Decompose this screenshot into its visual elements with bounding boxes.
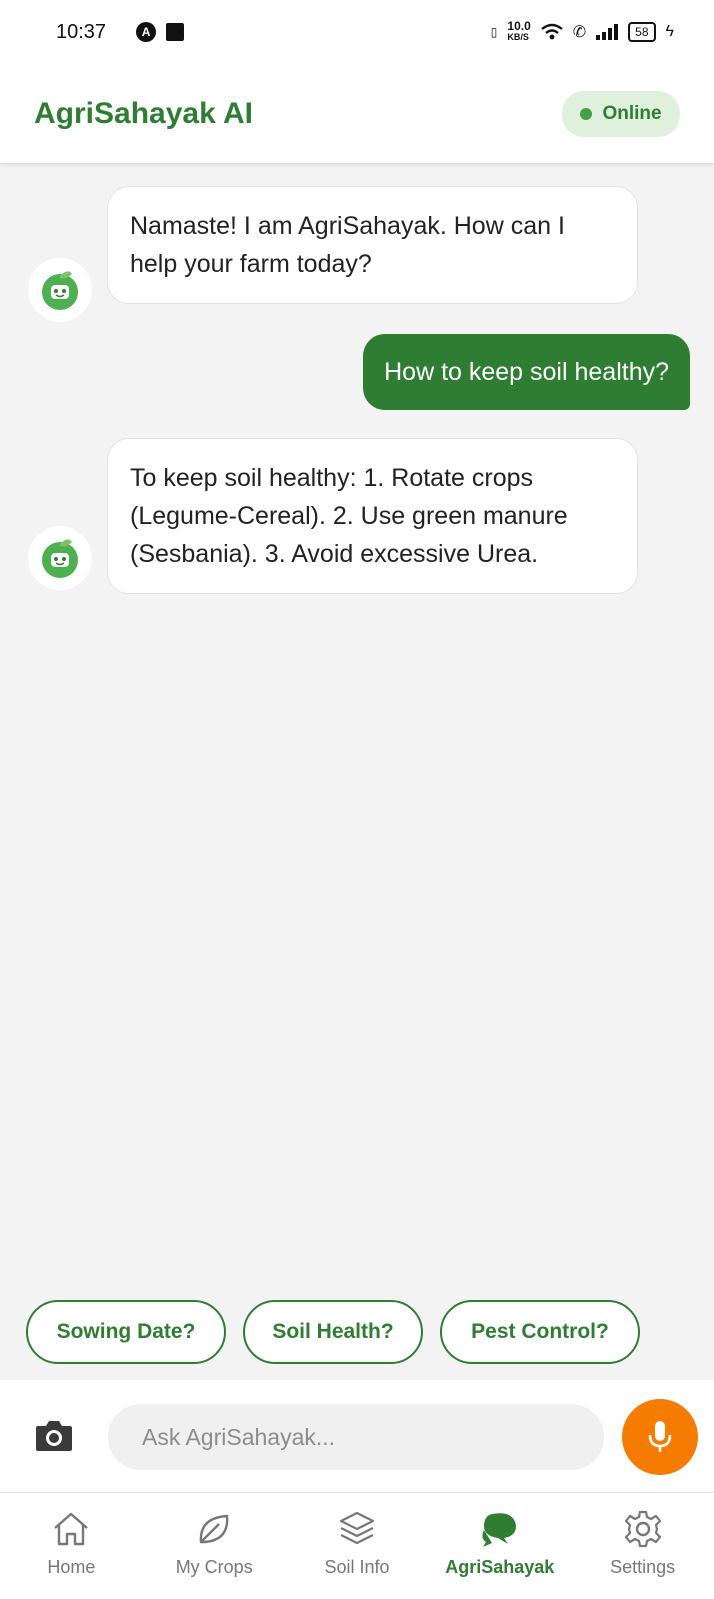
gear-icon xyxy=(621,1507,665,1551)
user-message-bubble: How to keep soil healthy? xyxy=(363,334,690,410)
composer xyxy=(0,1380,714,1492)
bot-avatar xyxy=(28,258,92,322)
vibrate-icon: ▯ xyxy=(490,25,498,39)
nav-item-my-crops[interactable]: My Crops xyxy=(143,1493,286,1599)
battery-indicator: 58 xyxy=(628,22,656,42)
bot-avatar-icon xyxy=(42,271,78,310)
bot-avatar xyxy=(28,526,92,590)
nav-item-label: My Crops xyxy=(175,1557,253,1577)
status-badge: Online xyxy=(562,90,680,137)
net-speed-unit: KB/S xyxy=(507,32,529,42)
page-title: AgriSahayak AI xyxy=(34,96,253,130)
bot-message-bubble: To keep soil healthy: 1. Rotate crops (L… xyxy=(107,438,638,594)
status-time: 10:37 xyxy=(56,20,107,43)
bot-message: Namaste! I am AgriSahayak. How can I hel… xyxy=(0,186,714,322)
nav-item-label: Settings xyxy=(610,1557,676,1577)
layers-icon xyxy=(335,1507,379,1551)
nav-item-label: Soil Info xyxy=(324,1557,390,1577)
microphone-icon xyxy=(648,1421,672,1452)
sim-notification-icon xyxy=(166,23,185,41)
nav-item-home[interactable]: Home xyxy=(0,1493,143,1599)
net-speed: 10.0 KB/S xyxy=(507,19,531,43)
nav-item-agrisahayak[interactable]: AgriSahayak xyxy=(428,1493,571,1599)
quick-reply-soil-health[interactable]: Soil Health? xyxy=(243,1300,423,1364)
status-badge-label: Online xyxy=(602,102,662,124)
voice-input-button[interactable] xyxy=(622,1399,698,1475)
bot-message: To keep soil healthy: 1. Rotate crops (L… xyxy=(0,438,714,594)
leaf-icon xyxy=(192,1507,236,1551)
user-message: How to keep soil healthy? xyxy=(0,334,714,414)
camera-icon xyxy=(36,1421,72,1451)
charging-icon: ϟ xyxy=(665,23,674,40)
bot-message-bubble: Namaste! I am AgriSahayak. How can I hel… xyxy=(107,186,638,304)
chat-bubbles-icon xyxy=(478,1507,522,1551)
signal-icon xyxy=(596,24,619,40)
online-dot-icon xyxy=(580,107,593,120)
wifi-call-icon: ✆ xyxy=(572,24,587,41)
nav-item-settings[interactable]: Settings xyxy=(571,1493,714,1599)
battery-level: 58 xyxy=(635,25,649,39)
camera-button[interactable] xyxy=(32,1416,76,1456)
home-icon xyxy=(49,1507,93,1551)
chat-area[interactable]: Namaste! I am AgriSahayak. How can I hel… xyxy=(0,164,714,1294)
nav-item-label: AgriSahayak xyxy=(445,1557,555,1577)
bot-avatar-icon xyxy=(42,539,78,578)
quick-reply-sowing-date[interactable]: Sowing Date? xyxy=(26,1300,226,1364)
bottom-nav: Home My Crops Soil Info AgriSahayak Sett… xyxy=(0,1492,714,1599)
nav-item-label: Home xyxy=(47,1557,96,1577)
nav-item-soil-info[interactable]: Soil Info xyxy=(286,1493,429,1599)
app-notification-icon: A xyxy=(136,22,157,42)
status-bar: 10:37 A ▯ 10.0 KB/S ✆ 58 ϟ xyxy=(0,0,714,64)
quick-replies: Sowing Date? Soil Health? Pest Control? xyxy=(26,1300,640,1364)
net-speed-value: 10.0 xyxy=(507,19,531,33)
app-bar: AgriSahayak AI Online xyxy=(0,64,714,164)
message-input[interactable] xyxy=(108,1404,604,1470)
wifi-icon xyxy=(541,23,563,40)
quick-reply-pest-control[interactable]: Pest Control? xyxy=(440,1300,640,1364)
